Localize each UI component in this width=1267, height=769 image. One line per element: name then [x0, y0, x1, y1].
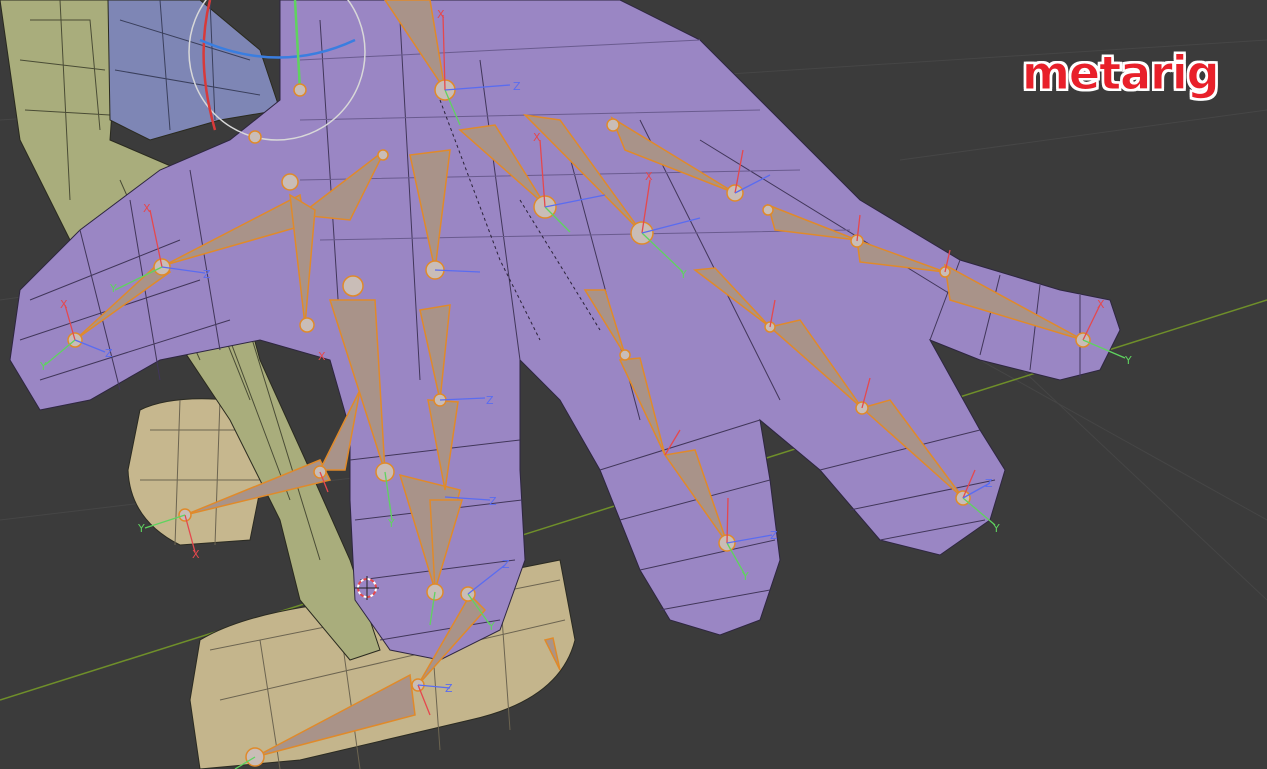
axis-y-label: Y	[387, 517, 395, 530]
axis-x-label: X	[192, 548, 200, 561]
axis-y-label: Y	[992, 522, 1000, 535]
axis-z-label: Z	[489, 495, 497, 508]
axis-z-label: Z	[445, 682, 453, 695]
axis-z-label: Z	[513, 80, 521, 93]
axis-y-label: Y	[137, 522, 145, 535]
axis-y-label: Y	[741, 570, 749, 583]
axis-z-label: Z	[502, 558, 510, 571]
axis-x-label: X	[1097, 298, 1105, 311]
3d-viewport[interactable]: X X X X X X X X Y Y Y Y Y Y Y Y Y Z Z Z …	[0, 0, 1267, 769]
axis-z-label: Z	[486, 394, 494, 407]
axis-x-label: X	[533, 131, 541, 144]
axis-y-label: Y	[487, 620, 495, 633]
active-object-label: metarig	[1022, 46, 1221, 100]
axis-z-label: Z	[770, 529, 778, 542]
axis-y-label: Y	[1124, 354, 1132, 367]
axis-x-label: X	[437, 8, 445, 21]
axis-y-label: Y	[39, 360, 47, 373]
axis-z-label: Z	[105, 347, 113, 360]
axis-x-label: X	[645, 170, 653, 183]
axis-y-label: Y	[109, 282, 117, 295]
axis-x-label: X	[318, 350, 326, 363]
viewport-scene[interactable]: X X X X X X X X Y Y Y Y Y Y Y Y Y Z Z Z …	[0, 0, 1267, 769]
axis-z-label: Z	[985, 477, 993, 490]
axis-z-label: Z	[203, 268, 211, 281]
axis-x-label: X	[60, 298, 68, 311]
axis-y-label: Y	[679, 268, 687, 281]
axis-x-label: X	[143, 202, 151, 215]
